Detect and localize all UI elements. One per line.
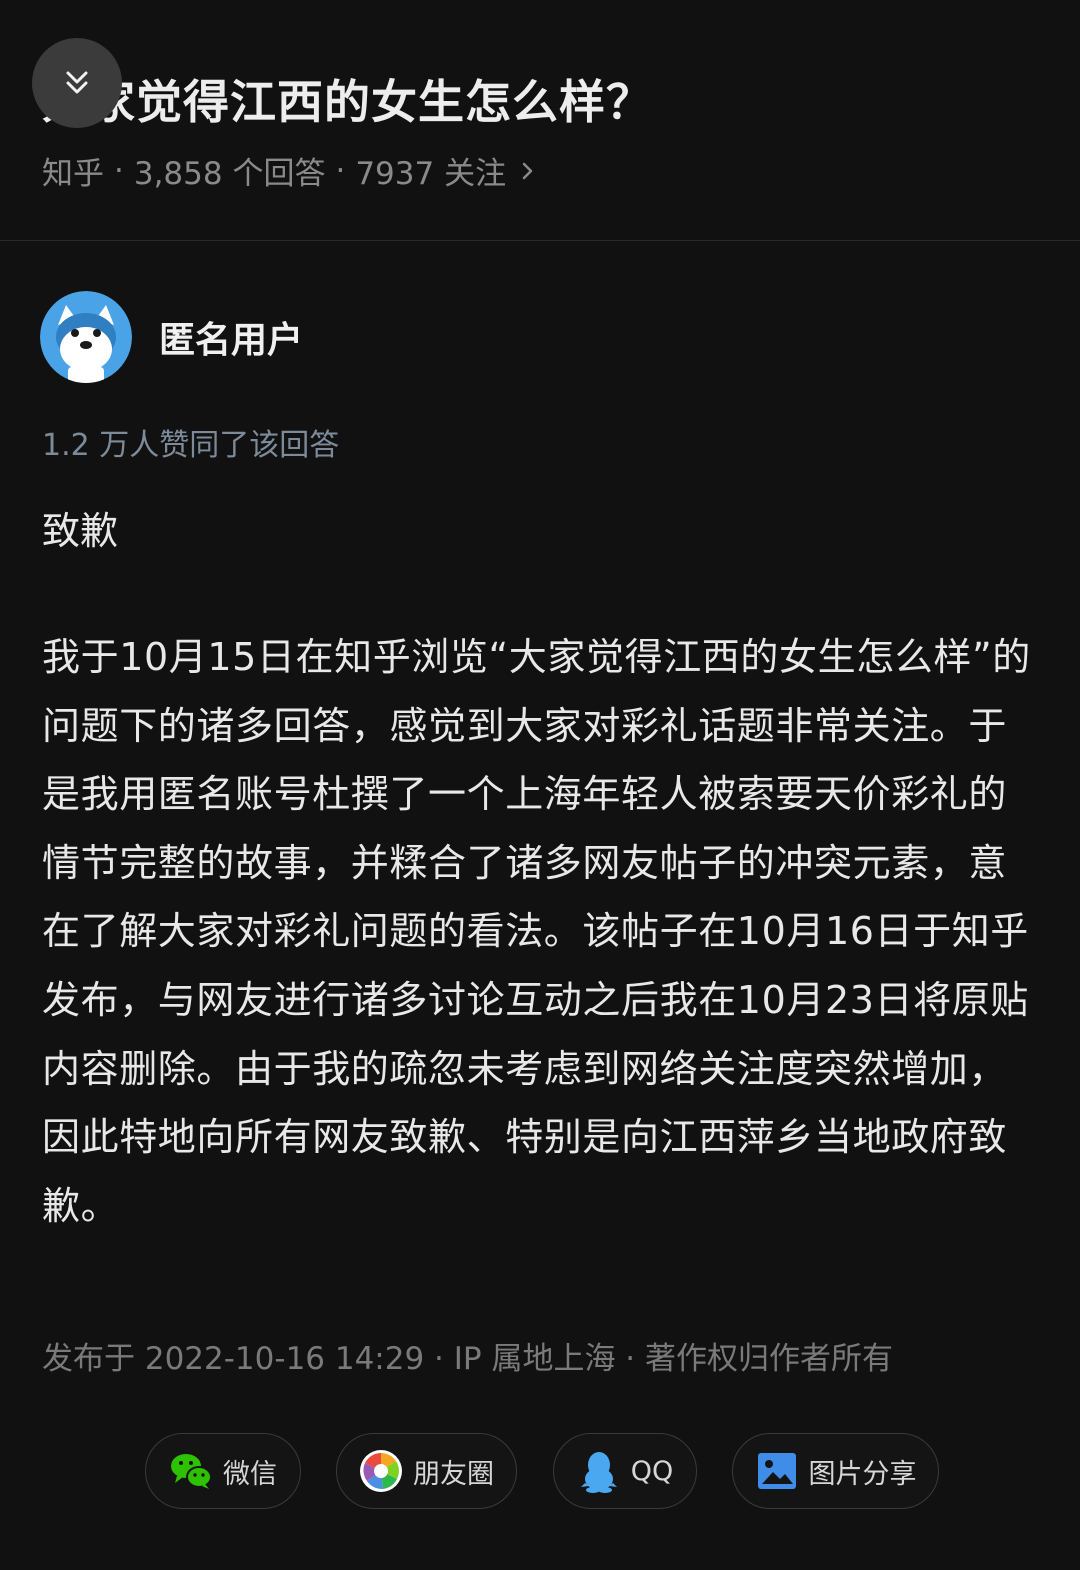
answer-count: 3,858 个回答 [133,156,326,192]
question-header: 大家觉得江西的女生怎么样？ 知乎 · 3,858 个回答 · 7937 关注 [0,0,1080,241]
share-image-label: 图片分享 [808,1458,917,1490]
answer-body: 我于10月15日在知乎浏览“大家觉得江西的女生怎么样”的问题下的诸多回答，感觉到… [42,635,1031,1228]
avatar[interactable] [40,291,132,383]
question-meta[interactable]: 知乎 · 3,858 个回答 · 7937 关注 [42,148,536,193]
share-qq-label: QQ [630,1455,674,1487]
qq-penguin-icon [577,1449,621,1493]
follow-count: 7937 关注 [355,156,507,192]
share-moments-label: 朋友圈 [413,1458,494,1490]
chevron-right-icon [520,159,536,183]
collapse-button[interactable] [32,38,122,128]
publish-info: 发布于 2022-10-16 14:29 · IP 属地上海 · 著作权归作者所… [42,1341,894,1377]
wechat-icon [169,1449,213,1493]
moments-aperture-icon [359,1449,403,1493]
meta-separator: · [114,152,124,189]
share-image-button[interactable]: 图片分享 [732,1433,939,1509]
vote-count: 1.2 万人赞同了该回答 [42,428,340,463]
image-icon [755,1449,799,1493]
meta-separator: · [335,152,346,189]
source-label: 知乎 [42,156,104,192]
share-wechat-label: 微信 [223,1458,277,1490]
author-name[interactable]: 匿名用户 [159,311,303,363]
share-qq-button[interactable]: QQ [553,1433,697,1509]
answer-heading: 致歉 [42,509,119,553]
share-bar: 微信 朋友圈 QQ 图片分享 [0,1433,1080,1511]
share-wechat-button[interactable]: 微信 [145,1433,301,1509]
share-moments-button[interactable]: 朋友圈 [336,1433,517,1509]
author-row[interactable]: 匿名用户 [40,291,303,383]
anonymous-avatar-icon [40,291,132,383]
double-chevron-down-icon [66,71,88,94]
question-title[interactable]: 大家觉得江西的女生怎么样？ [42,66,653,132]
